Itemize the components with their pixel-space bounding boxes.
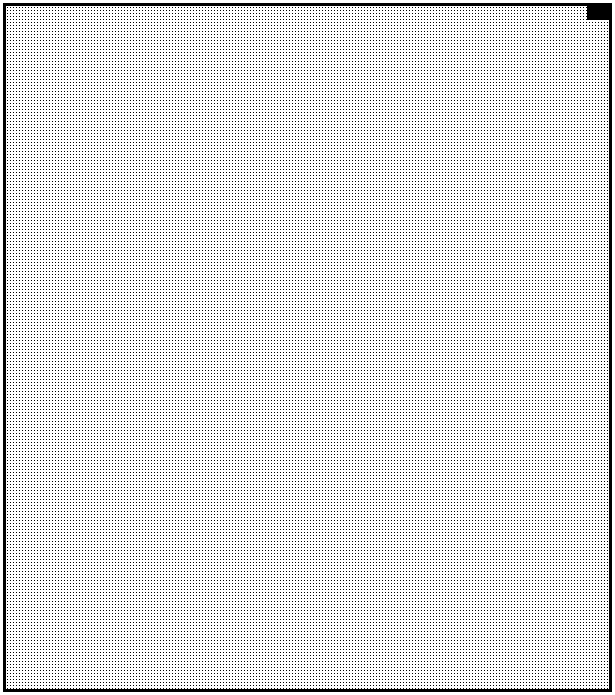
corner-marker xyxy=(587,6,609,20)
panel-frame xyxy=(3,3,612,692)
